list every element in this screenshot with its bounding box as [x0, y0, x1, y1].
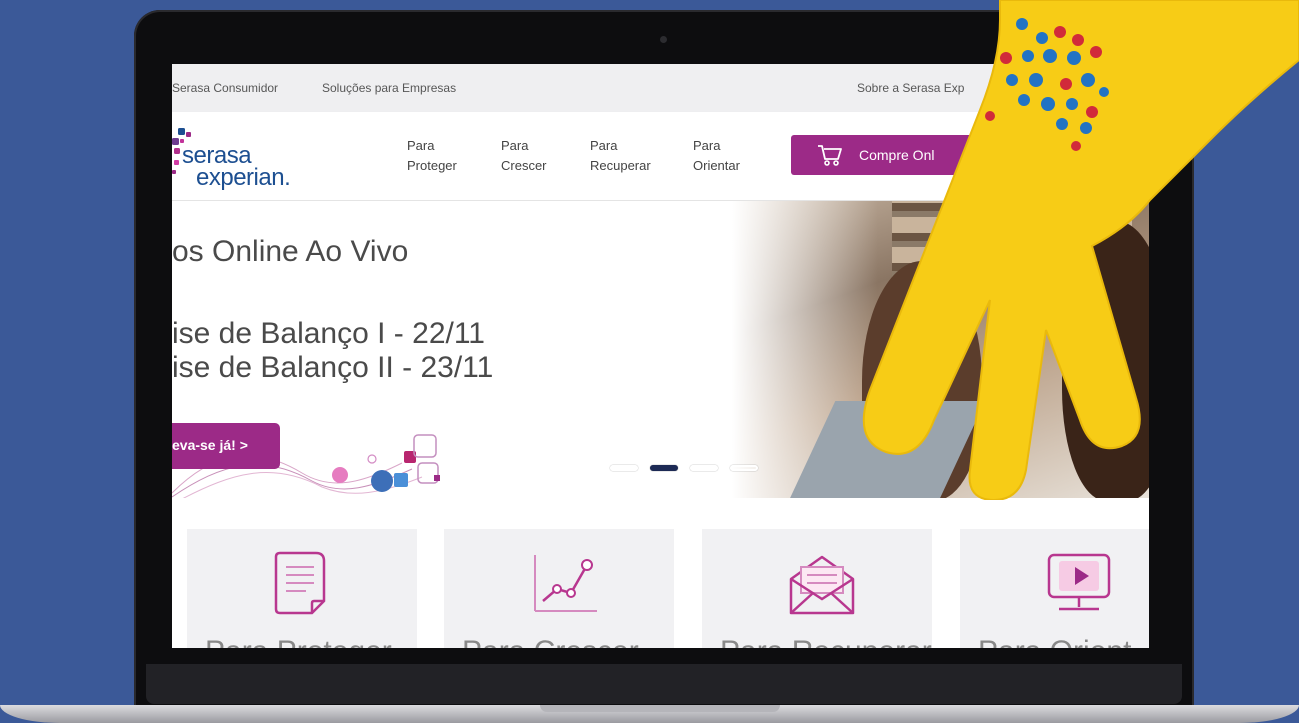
logo-text-experian: experian.	[196, 164, 291, 191]
nav-label: Crescer	[501, 158, 547, 173]
nav-item-orientar[interactable]: Para Orientar	[693, 136, 740, 176]
nav-label: Para	[407, 138, 435, 153]
hero-subheading-2: ise de Balanço II - 23/11	[172, 351, 494, 384]
card-crescer[interactable]: Para Crescer	[444, 529, 674, 648]
envelope-icon	[789, 555, 855, 615]
laptop-base-notch	[540, 705, 780, 712]
utility-link-business[interactable]: Soluções para Empresas	[322, 81, 456, 95]
brand-logo[interactable]: serasa experian.	[172, 126, 322, 190]
nav-item-recuperar[interactable]: Para Recuperar	[590, 136, 651, 176]
video-monitor-icon	[1047, 553, 1111, 611]
card-proteger[interactable]: Para Proteger	[187, 529, 417, 648]
card-title: Para Recuperar	[720, 635, 932, 648]
nav-label: Para	[501, 138, 529, 153]
utility-link-consumer[interactable]: Serasa Consumidor	[172, 81, 278, 95]
document-icon	[274, 551, 326, 615]
carousel-dot-1[interactable]	[610, 465, 638, 471]
register-button-label: eva-se já! >	[172, 437, 248, 453]
nav-item-proteger[interactable]: Para Proteger	[407, 136, 457, 176]
card-orientar[interactable]: Para Orient	[960, 529, 1149, 648]
register-button[interactable]: eva-se já! >	[172, 423, 280, 469]
hero-subheading-1: ise de Balanço I - 22/11	[172, 317, 485, 350]
hand-overlay-icon	[862, 0, 1299, 500]
carousel-dot-2[interactable]	[650, 465, 678, 471]
carousel-dot-3[interactable]	[690, 465, 718, 471]
nav-label: Para	[590, 138, 618, 153]
laptop-bezel	[146, 664, 1182, 704]
card-recuperar[interactable]: Para Recuperar	[702, 529, 932, 648]
nav-item-crescer[interactable]: Para Crescer	[501, 136, 547, 176]
card-title: Para Proteger	[205, 635, 392, 648]
growth-chart-icon	[534, 555, 597, 612]
nav-label: Orientar	[693, 158, 740, 173]
nav-label: Proteger	[407, 158, 457, 173]
hero-heading: os Online Ao Vivo	[172, 235, 409, 268]
card-title: Para Crescer	[462, 635, 639, 648]
camera	[660, 36, 667, 43]
carousel-dots	[610, 465, 760, 475]
nav-label: Recuperar	[590, 158, 651, 173]
nav-label: Para	[693, 138, 721, 153]
card-title: Para Orient	[978, 635, 1131, 648]
carousel-dot-4[interactable]	[730, 465, 758, 471]
